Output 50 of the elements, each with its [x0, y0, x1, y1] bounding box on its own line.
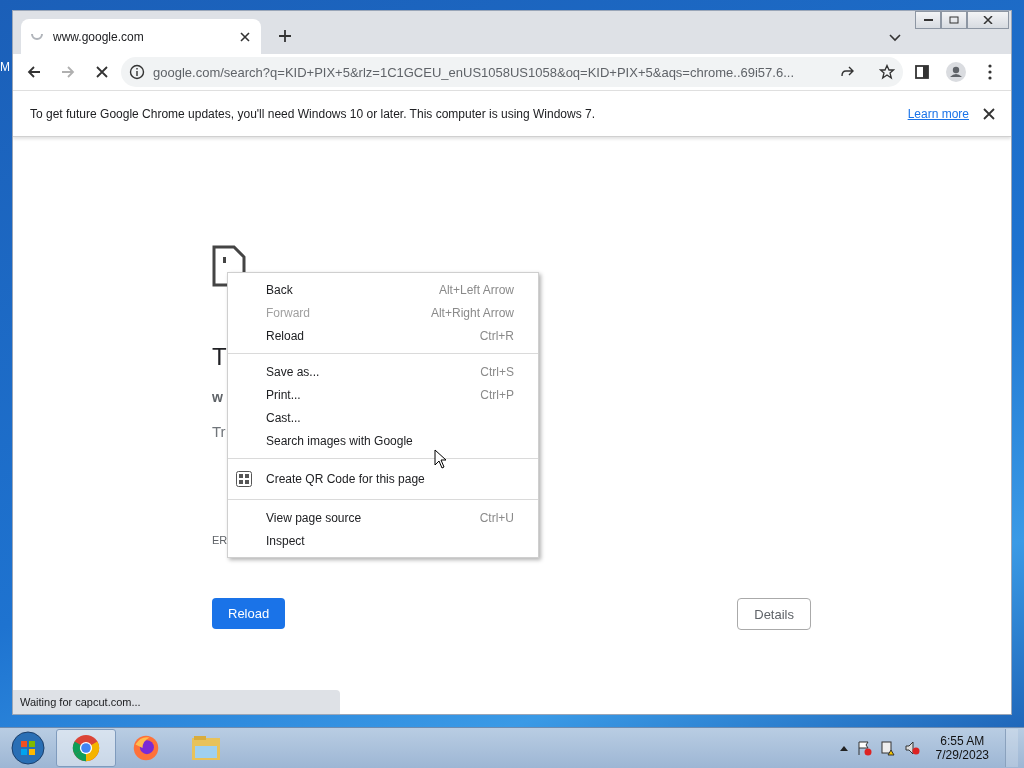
close-icon[interactable]	[239, 30, 251, 43]
restore-icon	[949, 16, 959, 24]
speaker-muted-icon[interactable]	[903, 740, 920, 756]
star-icon[interactable]	[879, 64, 895, 80]
minimize-button[interactable]	[915, 11, 941, 29]
menu-item[interactable]: Create QR Code for this page	[228, 465, 538, 493]
url-text: google.com/search?q=KID+PIX+5&rlz=1C1GCEU_enUS1058US1058&oq=KID+PIX+5&aqs=chrome..69i57.6...	[153, 64, 795, 80]
stop-icon[interactable]	[94, 64, 110, 80]
error-heading: T	[212, 343, 228, 371]
address-bar[interactable]: google.com/search?q=KID+PIX+5&rlz=1C1GCEU_enUS1058US1058&oq=KID+PIX+5&aqs=chrome..69i57.6...	[121, 57, 903, 87]
error-code: ER	[212, 534, 228, 546]
profile-avatar-icon[interactable]	[946, 62, 966, 82]
taskbar-app-button[interactable]	[56, 729, 116, 767]
reload-button[interactable]: Reload	[212, 598, 286, 629]
network-icon[interactable]	[879, 740, 896, 756]
chevron-down-icon[interactable]	[889, 34, 901, 42]
menu-icon[interactable]	[988, 64, 992, 80]
menu-item[interactable]: Save as... Ctrl+S	[228, 360, 538, 383]
menu-item[interactable]: Back Alt+Left Arrow	[228, 278, 538, 301]
learn-more-link[interactable]: Learn more	[907, 106, 969, 121]
info-icon	[129, 64, 145, 80]
menu-item[interactable]: Reload Ctrl+R	[228, 324, 538, 347]
firefox-icon[interactable]	[132, 734, 160, 762]
side-panel-icon[interactable]	[914, 64, 930, 80]
close-icon	[983, 16, 993, 24]
tab-title: www.google.com	[53, 29, 145, 44]
flag-icon[interactable]	[855, 740, 872, 756]
status-bubble: Waiting for capcut.com...	[13, 690, 340, 714]
mouse-cursor-icon	[434, 449, 447, 469]
desktop-icon-label: M	[0, 60, 10, 74]
menu-item[interactable]: Print... Ctrl+P	[228, 383, 538, 406]
caret-up-icon[interactable]	[839, 745, 848, 751]
close-button[interactable]	[967, 11, 1009, 29]
chrome-icon[interactable]	[72, 734, 100, 762]
menu-item[interactable]: View page source Ctrl+U	[228, 506, 538, 529]
error-domain: w	[212, 389, 223, 405]
new-tab-icon[interactable]	[278, 29, 292, 43]
close-icon[interactable]	[983, 107, 995, 120]
menu-item[interactable]: Cast...	[228, 406, 538, 429]
details-button[interactable]: Details	[737, 598, 811, 630]
infobar-message: To get future Google Chrome updates, you'll need Windows 10 or later. This computer is using Windows 7.	[30, 106, 597, 121]
menu-item[interactable]: Inspect	[228, 529, 538, 552]
menu-item[interactable]: Search images with Google	[228, 429, 538, 452]
start-orb-icon[interactable]	[11, 731, 45, 765]
clock[interactable]: 6:55 AM 7/29/2023	[935, 734, 989, 762]
error-hint: Tr	[212, 423, 226, 440]
minimize-icon	[923, 19, 933, 21]
browser-tab[interactable]: www.google.com	[21, 19, 261, 54]
back-icon[interactable]	[26, 64, 42, 80]
qr-code-icon	[236, 471, 252, 487]
